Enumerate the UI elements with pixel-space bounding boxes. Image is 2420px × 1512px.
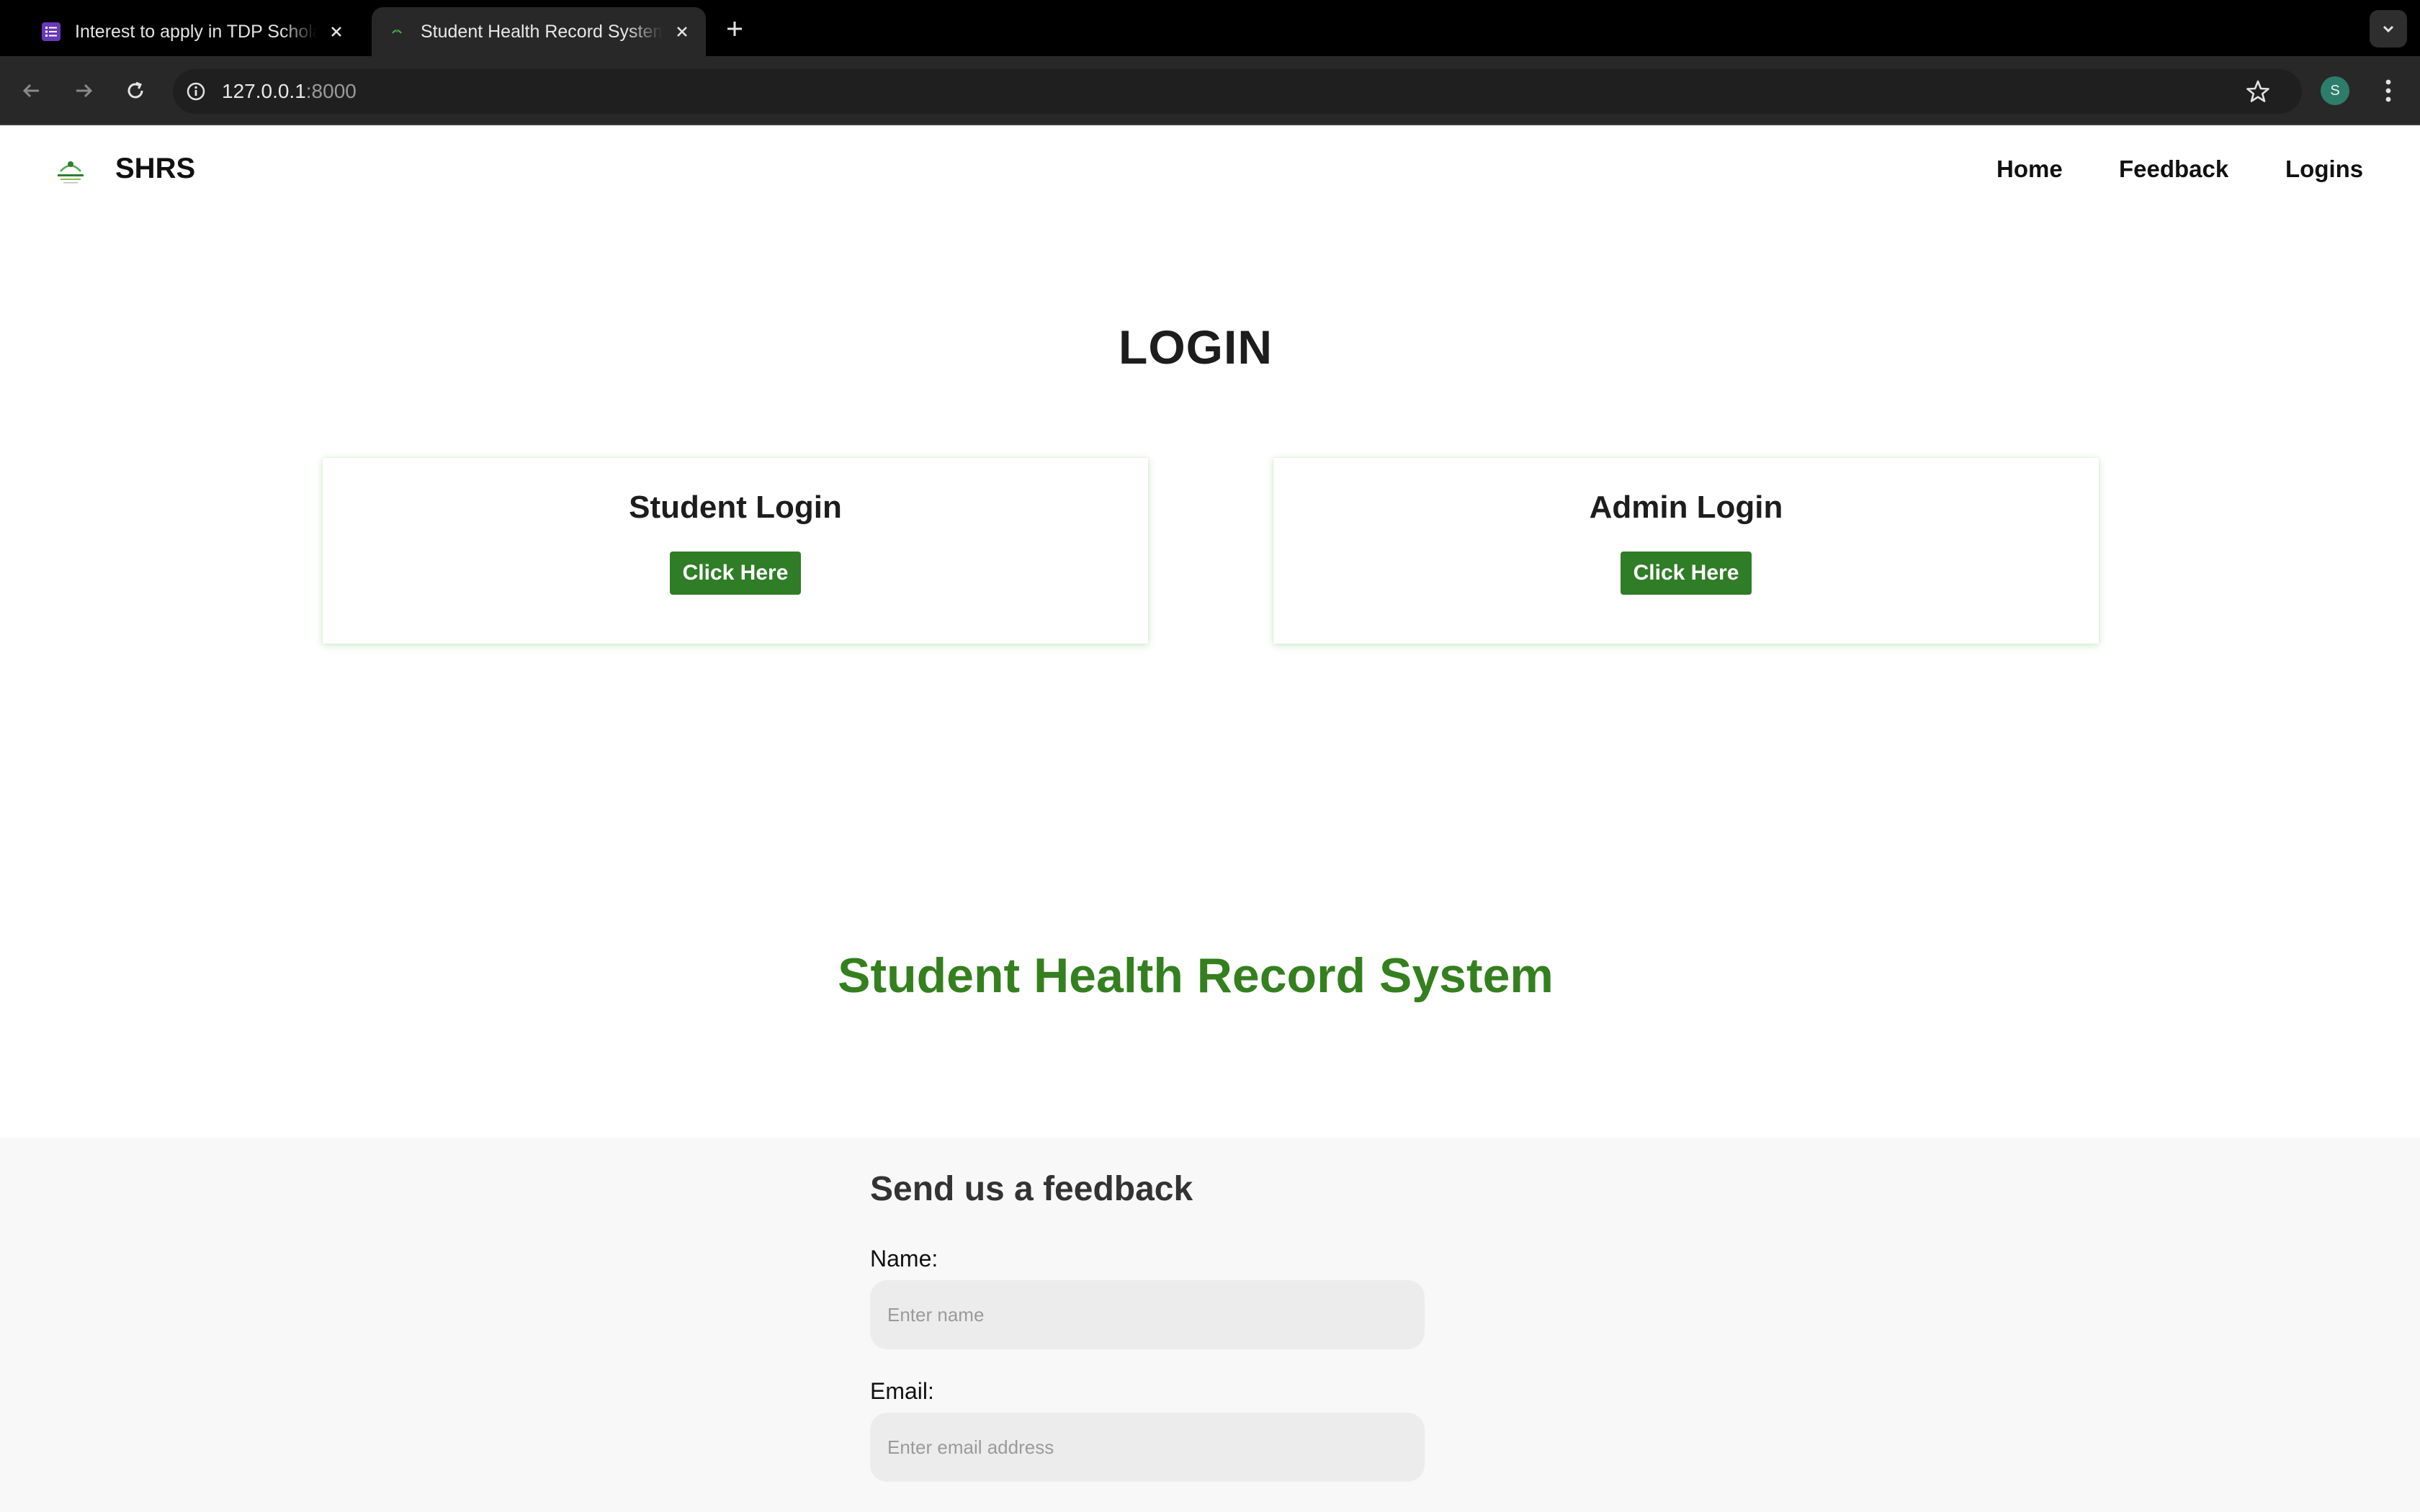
nav-home-link[interactable]: Home [1996, 156, 2063, 183]
url-port: :8000 [305, 80, 357, 102]
email-label: Email: [870, 1378, 934, 1404]
tab-title: Interest to apply in TDP Scholarship [75, 21, 317, 42]
close-tab-icon[interactable] [671, 21, 693, 42]
chevron-down-icon[interactable] [2370, 10, 2407, 48]
admin-login-button[interactable]: Click Here [1620, 552, 1752, 595]
url-host: 127.0.0.1 [222, 80, 306, 102]
close-tab-icon[interactable] [326, 21, 347, 42]
browser-menu-icon[interactable] [2374, 73, 2403, 108]
admin-login-title: Admin Login [1589, 490, 1783, 525]
nav-feedback-link[interactable]: Feedback [2119, 156, 2228, 183]
new-tab-icon[interactable] [720, 14, 749, 43]
name-input[interactable] [870, 1280, 1425, 1349]
page-title: LOGIN [1119, 320, 1273, 374]
system-tagline: Student Health Record System [838, 948, 1554, 1003]
site-favicon-icon [386, 21, 408, 42]
feedback-section: Send us a feedback Name: Email: [0, 1138, 2420, 1512]
url-text: 127.0.0.1:8000 [222, 80, 357, 103]
browser-tab[interactable]: Interest to apply in TDP Scholarship [29, 7, 360, 56]
browser-toolbar: 127.0.0.1:8000 [0, 56, 2420, 125]
site-header: SHRS Home Feedback Logins [0, 127, 2420, 213]
student-login-card: Student Login Click Here [323, 458, 1148, 644]
site-logo-icon[interactable] [50, 150, 91, 190]
bookmark-star-icon[interactable] [2243, 76, 2273, 107]
student-login-title: Student Login [629, 490, 842, 525]
admin-login-card: Admin Login Click Here [1273, 458, 2099, 644]
feedback-title: Send us a feedback [870, 1170, 1193, 1208]
forward-arrow-icon[interactable] [66, 73, 101, 108]
tab-title: Student Health Record System [421, 21, 663, 42]
student-login-button[interactable]: Click Here [669, 552, 802, 595]
forms-favicon-icon [40, 21, 62, 42]
brand-name[interactable]: SHRS [115, 153, 195, 185]
browser-tab-strip: Interest to apply in TDP Scholarship Stu… [0, 0, 2420, 56]
address-bar[interactable]: 127.0.0.1:8000 [173, 69, 2302, 114]
email-input[interactable] [870, 1413, 1425, 1482]
back-arrow-icon[interactable] [14, 73, 49, 108]
reload-icon[interactable] [118, 73, 153, 108]
profile-avatar[interactable]: S [2321, 76, 2349, 105]
browser-tab-active[interactable]: Student Health Record System [372, 7, 706, 56]
name-label: Name: [870, 1246, 938, 1272]
nav-logins-link[interactable]: Logins [2285, 156, 2363, 183]
site-info-icon[interactable] [182, 77, 210, 106]
